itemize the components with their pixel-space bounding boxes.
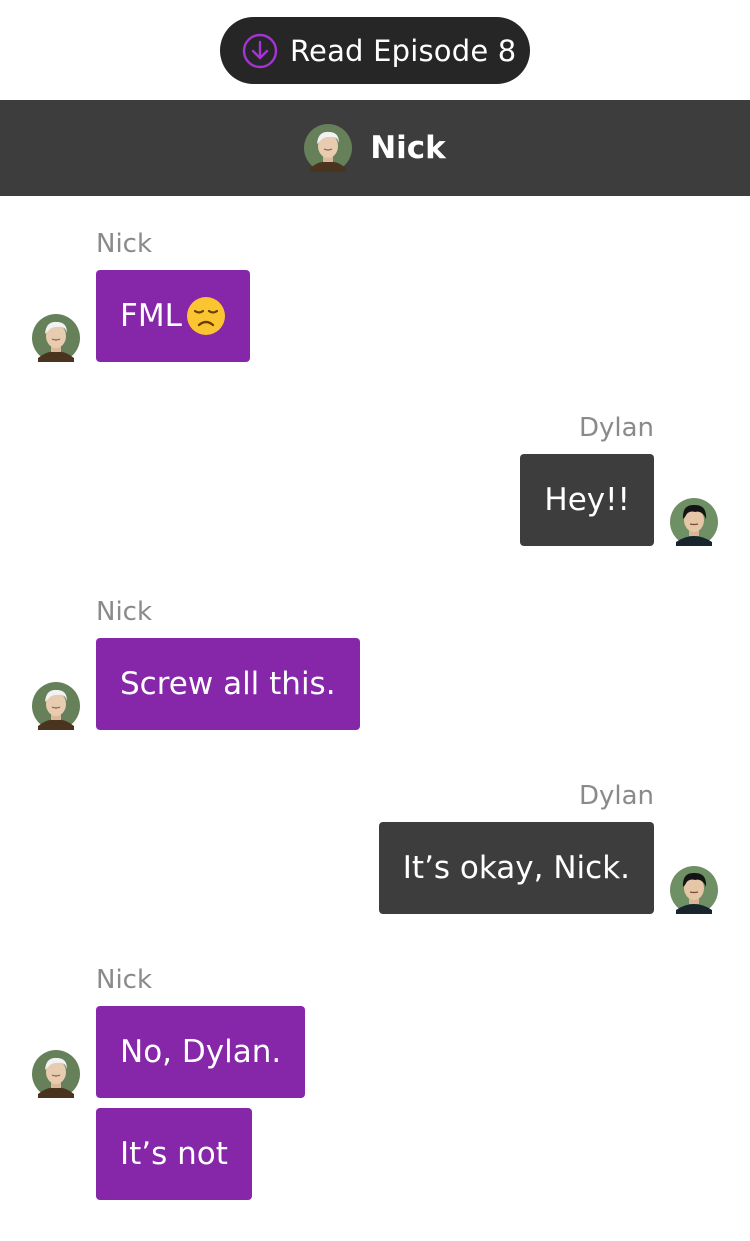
nick-avatar[interactable] (32, 314, 80, 362)
sender-name: Dylan (578, 413, 654, 443)
chat-header: Nick (0, 100, 750, 196)
nick-avatar[interactable] (32, 1050, 80, 1098)
sender-name: Nick (96, 965, 153, 995)
message-bubble[interactable]: Hey!! (520, 454, 654, 546)
message-bubble[interactable]: Screw all this. (96, 638, 360, 730)
message-bubble[interactable]: It’s not (96, 1108, 252, 1200)
nick-avatar (304, 124, 352, 172)
disappointed-face-emoji (186, 297, 225, 335)
message-text: Screw all this. (120, 666, 336, 702)
message-bubble[interactable]: It’s okay, Nick. (378, 822, 654, 914)
read-episode-label: Read Episode 8 (290, 33, 517, 68)
message-text: Hey!! (544, 482, 630, 518)
message-text: No, Dylan. (120, 1034, 282, 1070)
dylan-avatar[interactable] (670, 498, 718, 546)
sender-name: Nick (96, 597, 153, 627)
download-circle-icon (242, 33, 278, 68)
sender-name: Nick (96, 229, 153, 259)
message-bubble[interactable]: No, Dylan. (96, 1006, 306, 1098)
top-bar: Read Episode 8 (0, 0, 750, 100)
nick-avatar[interactable] (32, 682, 80, 730)
sender-name: Dylan (578, 781, 654, 811)
message-text: It’s okay, Nick. (402, 850, 630, 886)
dylan-avatar[interactable] (670, 866, 718, 914)
message-text: It’s not (120, 1136, 228, 1172)
read-episode-button[interactable]: Read Episode 8 (220, 17, 530, 84)
chat-title: Nick (370, 130, 446, 166)
message-text: FML (120, 298, 182, 334)
message-bubble[interactable]: FML (96, 270, 250, 362)
